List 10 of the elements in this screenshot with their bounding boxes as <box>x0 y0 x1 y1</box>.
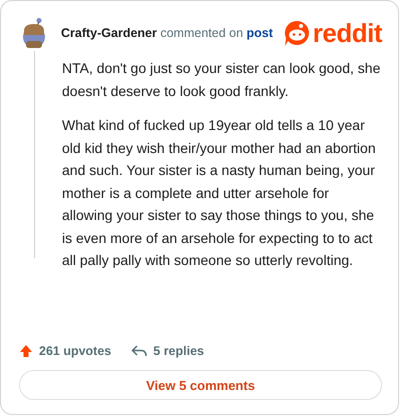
logo-wordmark: reddit <box>312 20 382 46</box>
upvote-count: 261 upvotes <box>39 344 112 358</box>
comment-paragraph: What kind of fucked up 19year old tells a 10 year old kid they wish their/your mother had an abortion and such. Your sister is a nasty human being, your mother is a complete and utter arsehole for allowing your sister to say those things to you, she is even more of an arsehole for expecting to to act all pally pally with someone so utterly revolting. <box>62 116 377 270</box>
reply-arrow-icon[interactable] <box>131 344 148 358</box>
alien-mascot-icon <box>282 19 311 47</box>
reply-count: 5 replies <box>153 344 204 358</box>
upvote-arrow-icon[interactable] <box>19 344 33 358</box>
view-comments-button[interactable]: View 5 comments <box>19 370 382 400</box>
comment-byline: Crafty-Gardener commented on post <box>61 26 273 40</box>
comment-paragraph: NTA, don't go just so your sister can look good, she doesn't deserve to look good frankly. <box>62 59 382 101</box>
